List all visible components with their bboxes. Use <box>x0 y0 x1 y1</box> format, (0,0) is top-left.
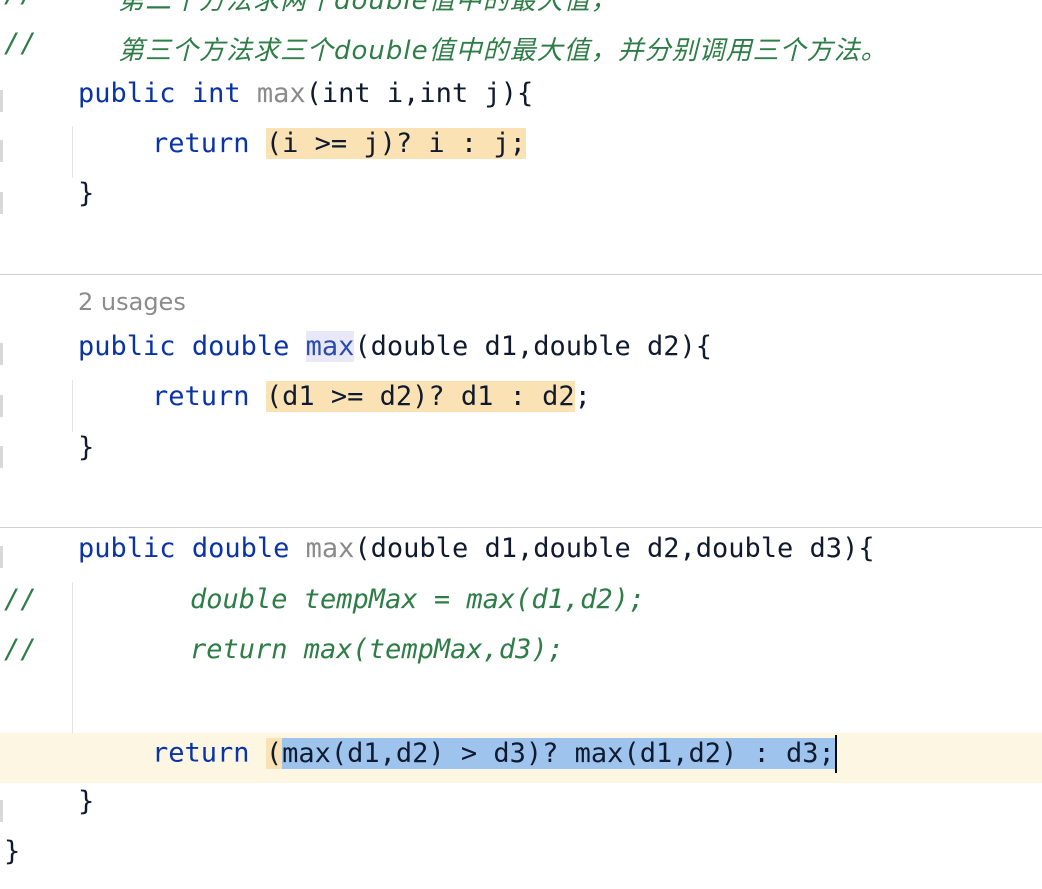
method1-close-brace: } <box>78 178 95 209</box>
method3-return[interactable]: return (max(d1,d2) > d3)? max(d1,d2) : d… <box>152 735 837 773</box>
method-separator <box>0 527 1042 528</box>
comment-slash: // <box>4 0 37 9</box>
method1-signature[interactable]: public int max(int i,int j){ <box>78 78 533 109</box>
keyword-type: double <box>191 533 290 564</box>
comment-slash: // <box>4 634 37 665</box>
keyword-return: return <box>152 128 250 159</box>
keyword-type: double <box>191 331 290 362</box>
method2-return[interactable]: return (d1 >= d2)? d1 : d2; <box>152 381 591 412</box>
return-expression: (i >= j)? i : j; <box>265 128 526 159</box>
commented-code-line[interactable]: double tempMax = max(d1,d2); <box>190 584 645 615</box>
method-name[interactable]: max <box>257 78 306 109</box>
keyword-public: public <box>78 78 176 109</box>
keyword-type: int <box>191 78 241 109</box>
gutter-mark <box>0 395 3 417</box>
keyword-return: return <box>152 381 250 412</box>
usages-hint[interactable]: 2 usages <box>78 288 186 316</box>
method-name[interactable]: max <box>306 533 355 564</box>
gutter-mark <box>0 343 3 365</box>
comment-line: 第三个方法求三个double值中的最大值，并分别调用三个方法。 <box>118 36 888 66</box>
indent-guide <box>72 380 73 432</box>
method-params: (double d1,double d2,double d3){ <box>354 533 875 564</box>
gutter-mark <box>0 446 3 468</box>
keyword-return: return <box>152 737 250 769</box>
gutter-mark <box>0 140 3 162</box>
method2-signature[interactable]: public double max(double d1,double d2){ <box>78 331 712 362</box>
method-name[interactable]: max <box>305 331 355 362</box>
commented-code-line[interactable]: return max(tempMax,d3); <box>190 634 564 665</box>
method1-return[interactable]: return (i >= j)? i : j; <box>152 128 526 159</box>
comment-line: 第二个方法求两个double值中的最大值， <box>118 0 618 16</box>
method-params: (int i,int j){ <box>305 78 534 109</box>
method2-close-brace: } <box>78 432 95 463</box>
comment-slash: // <box>4 584 37 615</box>
method-params: (double d1,double d2){ <box>354 331 713 362</box>
indent-guide <box>72 126 73 178</box>
return-open-paren: ( <box>265 737 283 769</box>
keyword-public: public <box>78 331 176 362</box>
method-separator <box>0 274 1042 275</box>
method3-close-brace: } <box>78 786 95 817</box>
method3-signature[interactable]: public double max(double d1,double d2,do… <box>78 533 875 564</box>
keyword-public: public <box>78 533 176 564</box>
class-close-brace: } <box>4 836 21 867</box>
selected-text[interactable]: max(d1,d2) > d3)? max(d1,d2) : d3; <box>282 737 835 769</box>
gutter-mark <box>0 192 3 214</box>
text-caret <box>834 735 837 773</box>
gutter-mark <box>0 800 3 822</box>
return-semicolon: ; <box>574 381 591 412</box>
return-expression: (d1 >= d2)? d1 : d2 <box>265 381 575 412</box>
comment-slash: // <box>4 28 37 59</box>
gutter-mark <box>0 90 3 112</box>
gutter-mark <box>0 546 3 568</box>
